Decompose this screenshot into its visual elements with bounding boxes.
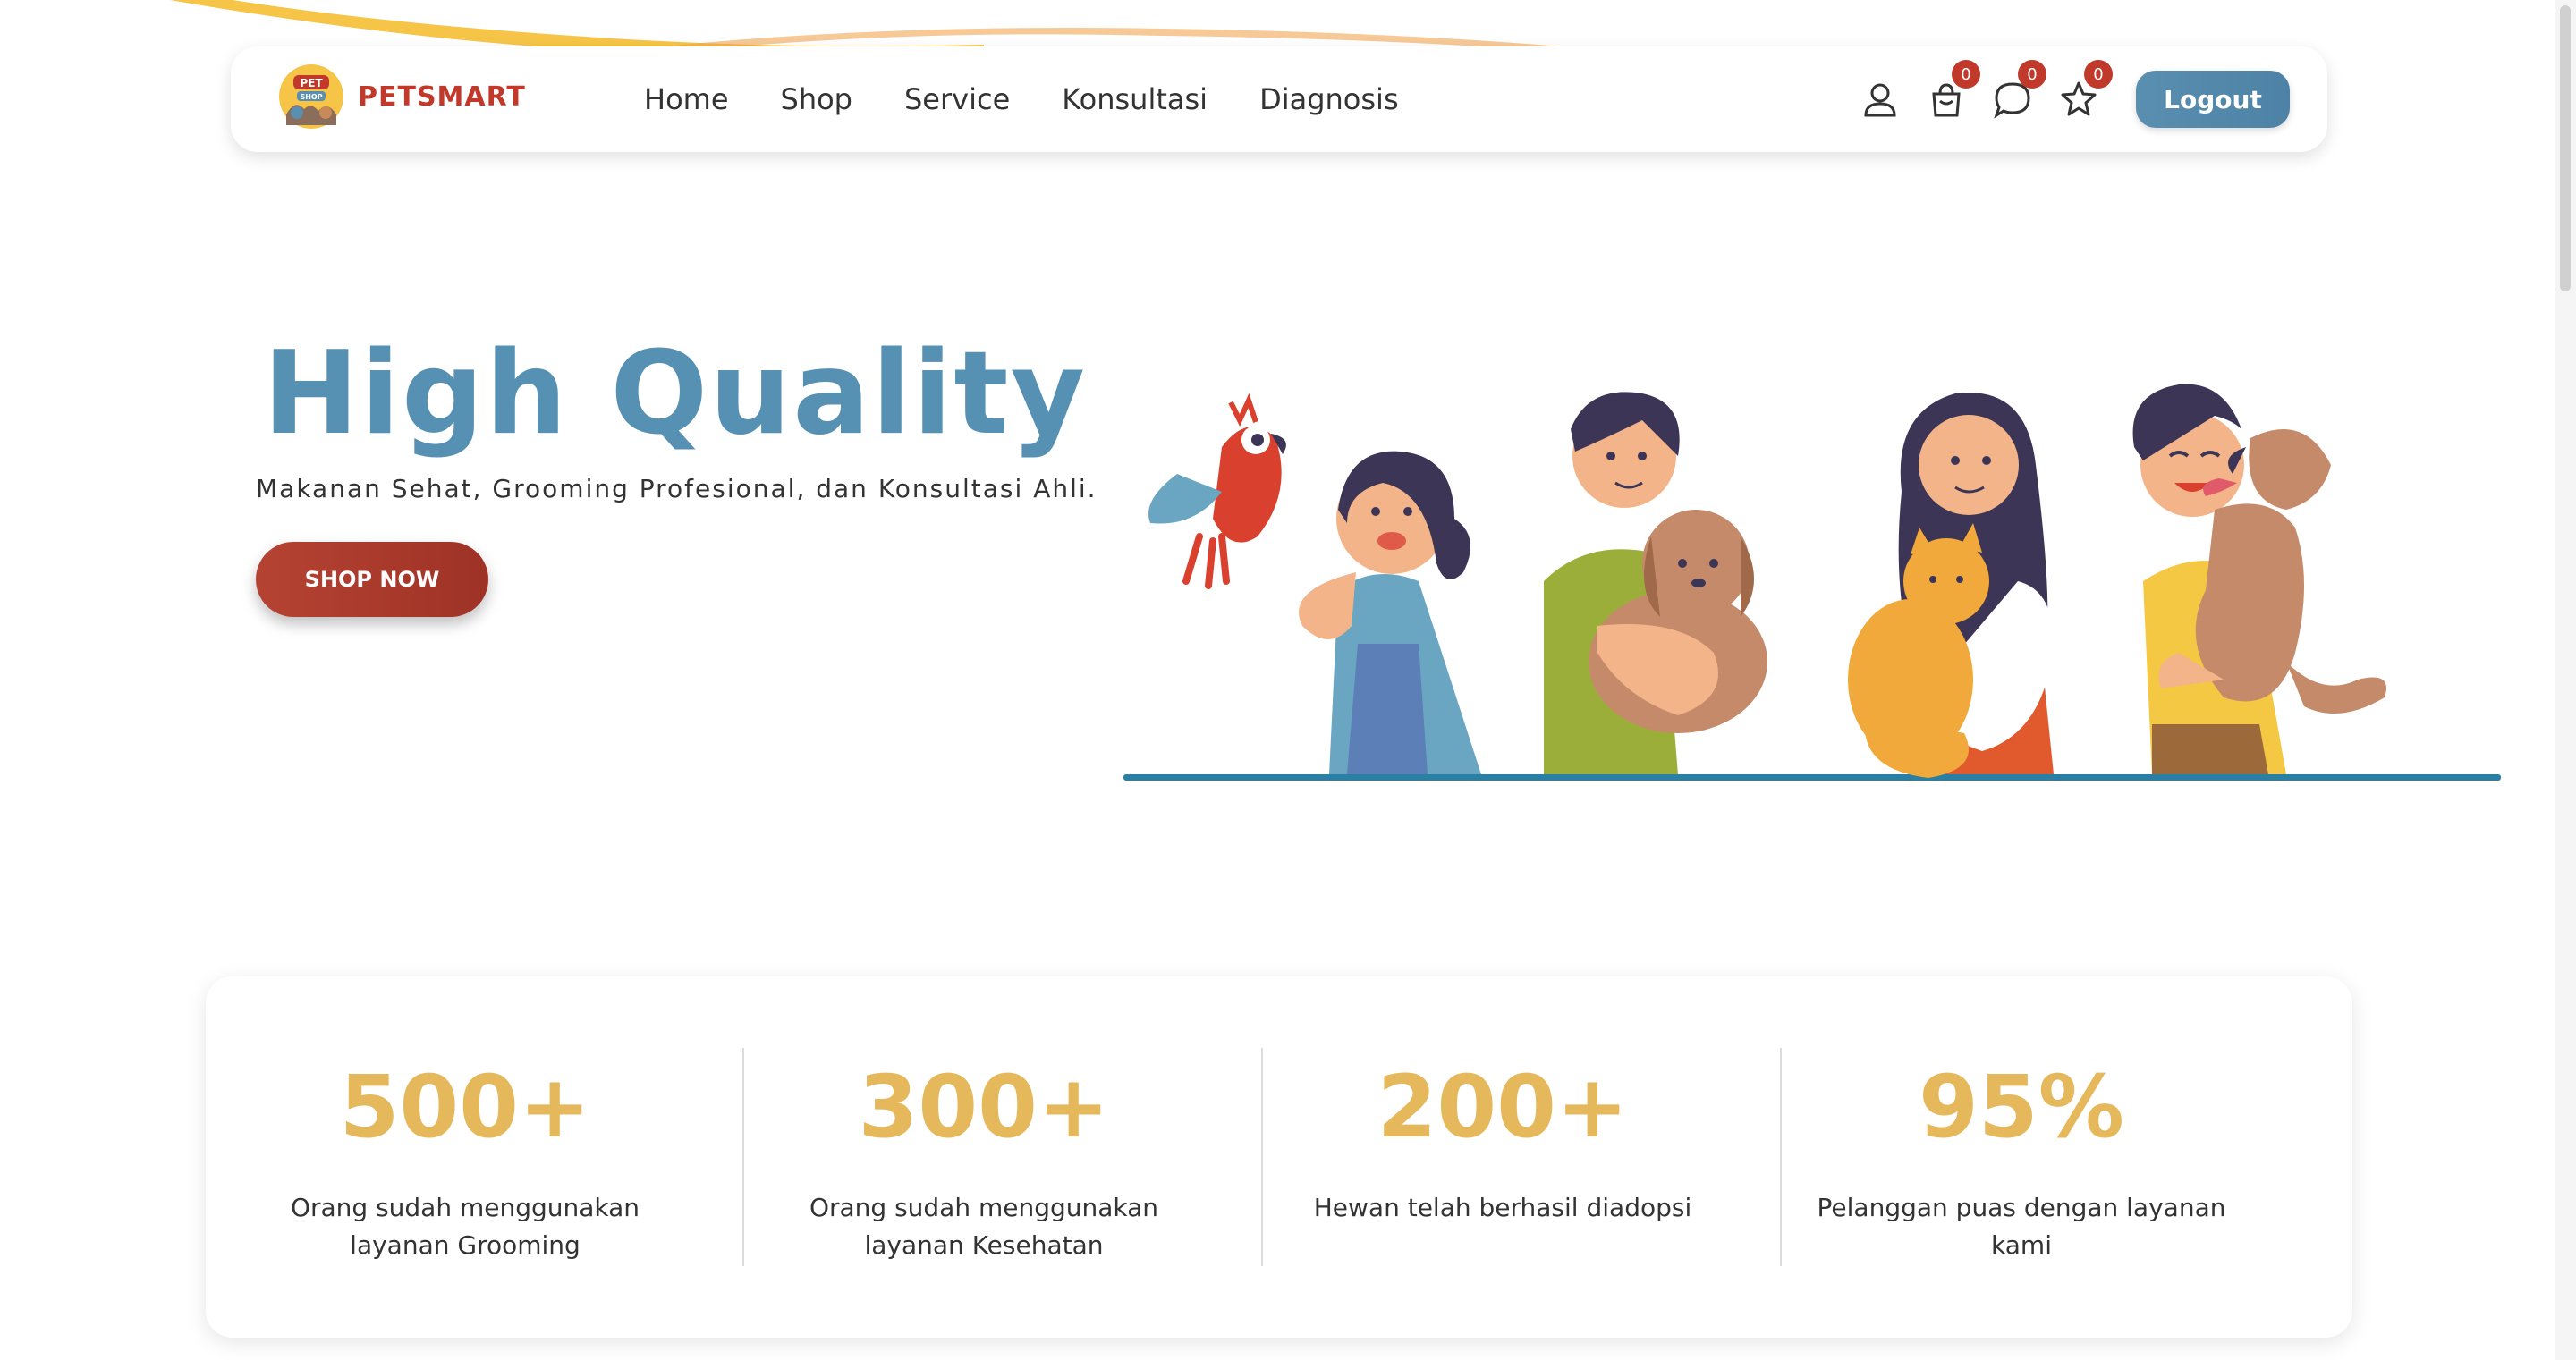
nav-link-service[interactable]: Service xyxy=(904,82,1010,116)
stat-label: Hewan telah berhasil diadopsi xyxy=(1313,1193,1692,1222)
stat-label: Orang sudah menggunakan layanan Kesehata… xyxy=(809,1193,1159,1260)
stat-item: 95% Pelanggan puas dengan layanan kami xyxy=(1762,976,2281,1338)
nav-icons: 0 0 0 xyxy=(1860,46,2125,152)
stat-item: 300+ Orang sudah menggunakan layanan Kes… xyxy=(724,976,1243,1338)
brand-logo-text-top: PET xyxy=(300,77,323,89)
woman-with-parrot-figure xyxy=(1148,393,1481,774)
nav-link-diagnosis[interactable]: Diagnosis xyxy=(1259,82,1399,116)
brand-logo: PET SHOP xyxy=(279,64,343,129)
hero-subtitle: Makanan Sehat, Grooming Profesional, dan… xyxy=(256,474,1097,503)
stat-item: 500+ Orang sudah menggunakan layanan Gro… xyxy=(206,976,724,1338)
stat-value: 200+ xyxy=(1377,1057,1629,1157)
brand-logo-text-bottom: SHOP xyxy=(300,93,322,101)
stat-value: 500+ xyxy=(339,1057,591,1157)
stat-item: 200+ Hewan telah berhasil diadopsi xyxy=(1243,976,1762,1338)
hero-illustration xyxy=(1123,384,2501,781)
stat-label: Orang sudah menggunakan layanan Grooming xyxy=(290,1193,640,1260)
chat-icon[interactable]: 0 xyxy=(1993,60,2046,119)
star-icon[interactable]: 0 xyxy=(2059,60,2113,119)
hero-title: High Quality xyxy=(263,327,1087,460)
scrollbar-thumb[interactable] xyxy=(2560,5,2571,291)
star-badge: 0 xyxy=(2084,60,2113,89)
man-with-puppy-figure xyxy=(1544,392,1767,774)
nav-link-shop[interactable]: Shop xyxy=(781,82,852,116)
chat-badge: 0 xyxy=(2018,60,2046,89)
brand[interactable]: PET SHOP PETSMART xyxy=(277,63,526,131)
user-icon[interactable] xyxy=(1860,80,1900,119)
brand-name: PETSMART xyxy=(358,80,526,113)
shop-now-button[interactable]: SHOP NOW xyxy=(256,542,488,617)
logout-button[interactable]: Logout xyxy=(2136,71,2290,128)
stat-value: 95% xyxy=(1919,1057,2124,1157)
stats-card: 500+ Orang sudah menggunakan layanan Gro… xyxy=(206,976,2352,1338)
stat-label: Pelanggan puas dengan layanan kami xyxy=(1817,1193,2226,1260)
nav-link-home[interactable]: Home xyxy=(644,82,729,116)
woman-with-cat-figure xyxy=(1848,393,2054,778)
cart-badge: 0 xyxy=(1952,60,1980,89)
nav-links: Home Shop Service Konsultasi Diagnosis xyxy=(644,46,1451,152)
stat-value: 300+ xyxy=(858,1057,1110,1157)
nav-link-konsultasi[interactable]: Konsultasi xyxy=(1062,82,1208,116)
cart-icon[interactable]: 0 xyxy=(1927,60,1980,119)
boy-with-dog-figure xyxy=(2132,384,2386,774)
navbar: PET SHOP PETSMART Home Shop Service Kons… xyxy=(231,46,2327,152)
